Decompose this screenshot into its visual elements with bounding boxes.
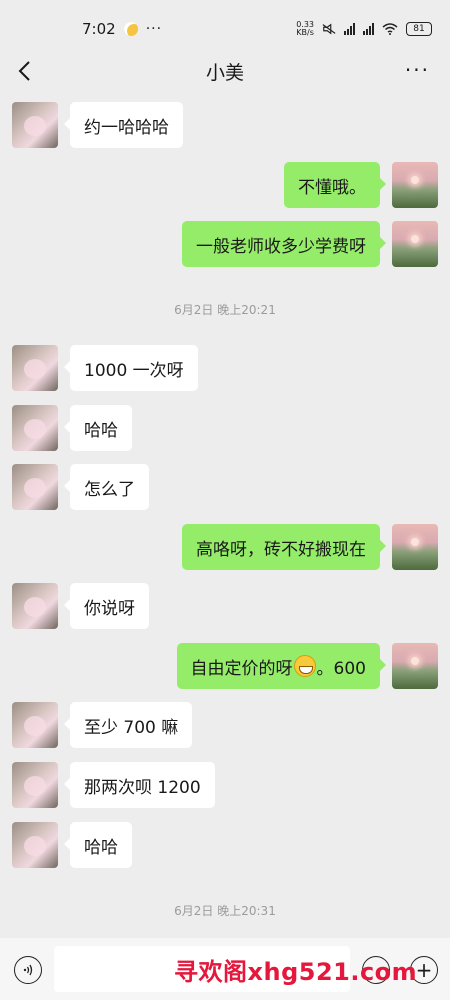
status-left: 7:02 ··· — [82, 20, 162, 38]
battery-icon: 81 — [406, 22, 432, 36]
sound-wave-icon — [23, 964, 33, 976]
message-row: 1000 一次呀 — [0, 345, 450, 391]
message-row: 自由定价的呀 。600 — [0, 643, 450, 689]
message-bubble[interactable]: 约一哈哈哈 — [64, 102, 183, 148]
message-bubble[interactable]: 那两次呗 1200 — [64, 762, 215, 808]
contact-avatar[interactable] — [12, 583, 58, 629]
message-bubble[interactable]: 哈哈 — [64, 405, 132, 451]
my-avatar[interactable] — [392, 643, 438, 689]
more-icon[interactable]: ··· — [405, 58, 430, 82]
message-timestamp: 6月2日 晚上20:31 — [174, 904, 276, 918]
message-text: 自由定价的呀 — [190, 658, 293, 679]
back-icon[interactable] — [14, 58, 36, 84]
my-avatar[interactable] — [392, 221, 438, 267]
message-bubble[interactable]: 哈哈 — [64, 822, 132, 868]
contact-avatar[interactable] — [12, 345, 58, 391]
message-row: 高咯呀，砖不好搬现在 — [0, 524, 450, 570]
nav-bar: 小美 ··· — [0, 48, 450, 94]
status-right: 0.33 KB/s 81 — [296, 21, 432, 37]
contact-avatar[interactable] — [12, 405, 58, 451]
mute-icon — [322, 23, 336, 35]
contact-avatar[interactable] — [12, 762, 58, 808]
message-text: 。600 — [316, 658, 366, 679]
watermark: 寻欢阁xhg521.com — [174, 958, 418, 986]
net-speed: 0.33 KB/s — [296, 21, 314, 37]
signal-2-icon — [363, 23, 374, 35]
contact-avatar[interactable] — [12, 702, 58, 748]
contact-avatar[interactable] — [12, 102, 58, 148]
my-avatar[interactable] — [392, 524, 438, 570]
weather-icon — [123, 22, 138, 36]
message-bubble[interactable]: 一般老师收多少学费呀 — [182, 221, 386, 267]
message-bubble[interactable]: 不懂哦。 — [284, 162, 386, 208]
voice-input-icon[interactable] — [14, 956, 42, 984]
message-timestamp: 6月2日 晚上20:21 — [174, 303, 276, 317]
message-bubble[interactable]: 高咯呀，砖不好搬现在 — [182, 524, 386, 570]
grinning-face-emoji-icon — [293, 655, 316, 677]
message-row: 哈哈 — [0, 822, 450, 868]
chat-title: 小美 — [205, 61, 244, 84]
message-row: 哈哈 — [0, 405, 450, 451]
message-bubble[interactable]: 至少 700 嘛 — [63, 702, 193, 748]
message-row: 一般老师收多少学费呀 — [0, 221, 450, 267]
signal-1-icon — [344, 23, 355, 35]
status-time: 7:02 — [82, 20, 116, 38]
net-speed-unit: KB/s — [296, 28, 314, 37]
message-bubble[interactable]: 自由定价的呀 。600 — [176, 643, 387, 689]
chat-area[interactable]: 约一哈哈哈 不懂哦。 一般老师收多少学费呀 6月2日 晚上20:21 1000 … — [0, 94, 450, 938]
message-row: 不懂哦。 — [0, 162, 450, 208]
message-row: 那两次呗 1200 — [0, 762, 450, 808]
message-bubble[interactable]: 1000 一次呀 — [64, 345, 198, 391]
message-bubble[interactable]: 你说呀 — [64, 583, 149, 629]
my-avatar[interactable] — [392, 162, 438, 208]
message-bubble[interactable]: 怎么了 — [64, 464, 149, 510]
message-row: 约一哈哈哈 — [0, 102, 450, 148]
notification-dots: ··· — [145, 21, 163, 37]
contact-avatar[interactable] — [12, 822, 58, 868]
message-row: 至少 700 嘛 — [0, 702, 450, 748]
message-row: 你说呀 — [0, 583, 450, 629]
message-row: 怎么了 — [0, 464, 450, 510]
wifi-icon — [382, 23, 398, 35]
contact-avatar[interactable] — [12, 464, 58, 510]
